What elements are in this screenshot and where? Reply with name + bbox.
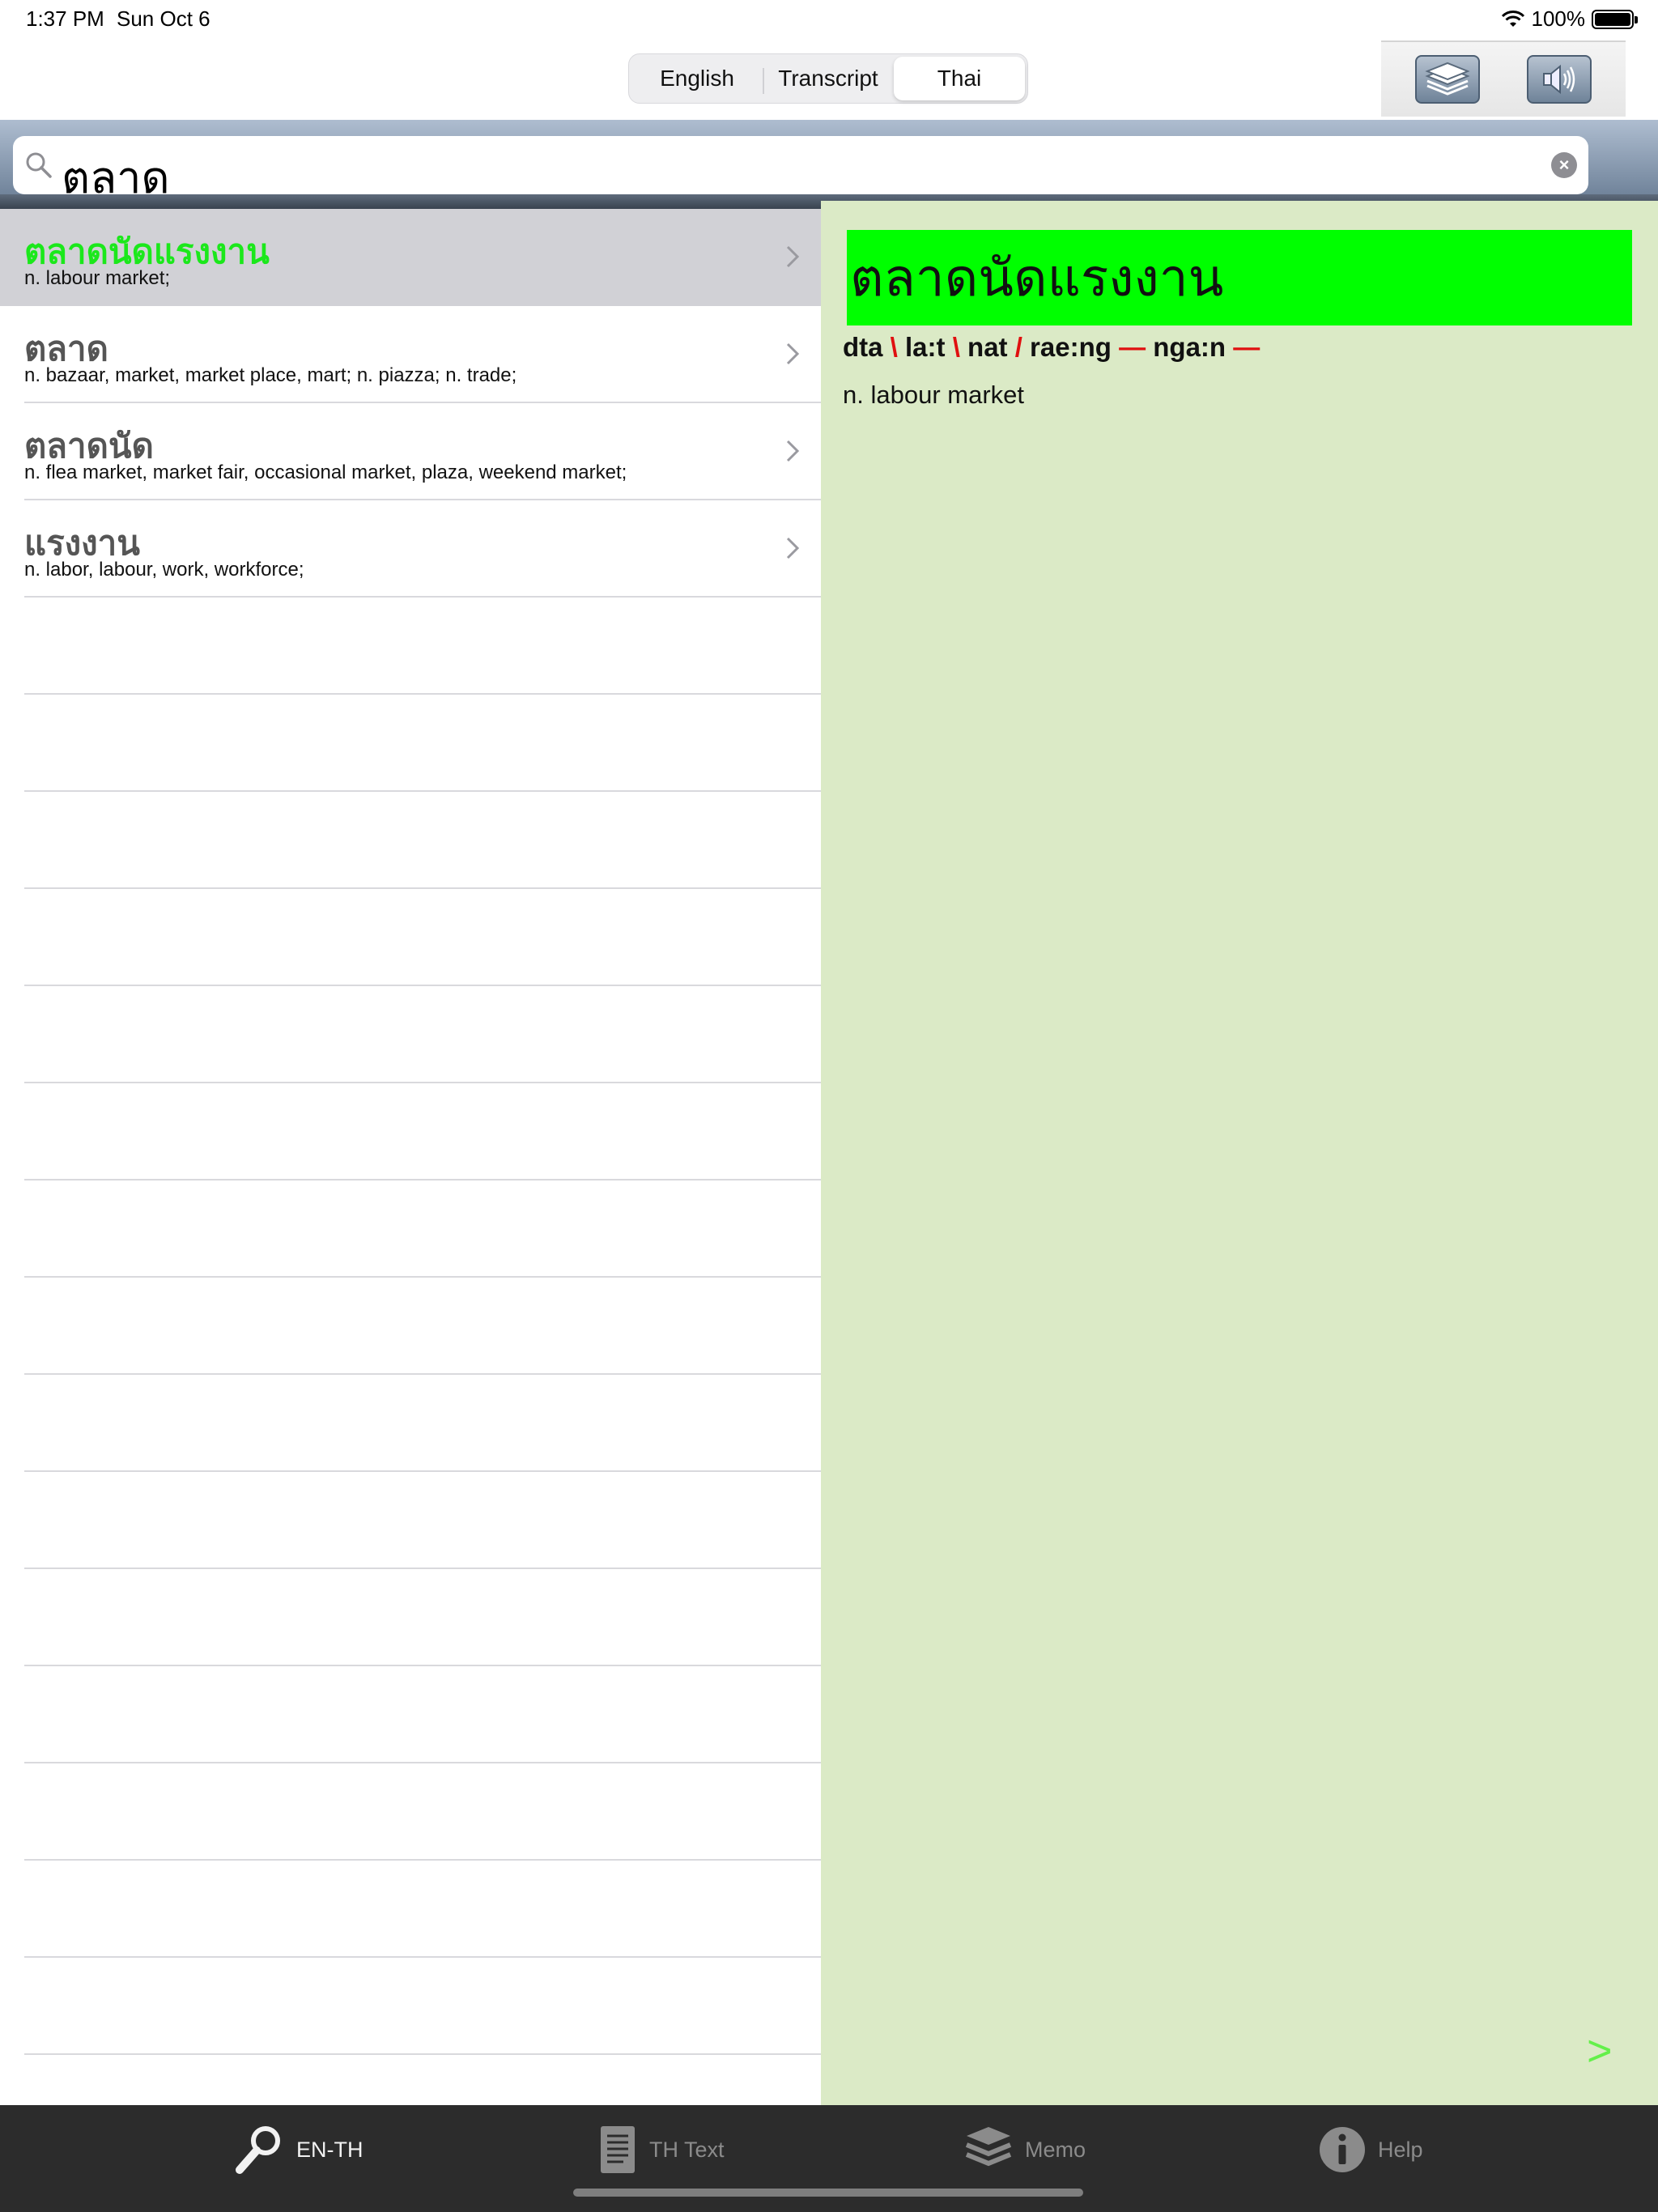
home-indicator[interactable] [573,2189,1083,2197]
empty-row [24,1180,821,1278]
status-bar: 1:37 PM Sun Oct 6 100% [0,0,1658,39]
next-entry-button[interactable]: > [1587,2026,1613,2076]
tab-label: TH Text [649,2137,725,2162]
empty-row [24,1958,821,2055]
language-segmented-control: English Transcript Thai [628,53,1028,104]
detail-title: ตลาดนัดแรงงาน [847,230,1632,325]
empty-row [24,1083,821,1180]
battery-percent: 100% [1531,6,1586,31]
tab-en-th[interactable]: EN-TH [233,2123,363,2176]
empty-row [24,1861,821,1958]
tab-th-text[interactable]: TH Text [597,2123,725,2176]
empty-row [24,695,821,792]
layers-button[interactable] [1415,55,1480,104]
empty-row [24,1763,821,1861]
empty-row [24,1472,821,1569]
app-window: 1:37 PM Sun Oct 6 100% English Transcrip… [0,0,1658,2212]
result-gloss: n. flea market, market fair, occasional … [24,462,627,483]
syllable: nga:n [1153,332,1226,362]
empty-row [24,1666,821,1763]
wifi-icon [1501,10,1524,27]
status-time: 1:37 PM [26,6,104,31]
chevron-right-icon [786,342,800,365]
battery-icon [1592,9,1638,29]
empty-row [24,598,821,695]
result-gloss: n. labor, labour, work, workforce; [24,559,304,581]
empty-row [24,986,821,1083]
magnifier-icon [236,2126,280,2174]
tab-help[interactable]: Help [1318,2123,1423,2176]
info-icon [1320,2127,1365,2172]
transliteration: dta \ la:t \ nat / rae:ng — nga:n — [843,332,1260,363]
tone-mark: \ [952,332,960,362]
empty-row [24,1569,821,1666]
result-gloss: n. labour market; [24,267,171,289]
tab-label: EN-TH [296,2137,363,2162]
empty-row [24,1375,821,1472]
tool-panel [1381,40,1626,117]
tab-label: Help [1378,2137,1423,2162]
tone-mark: — [1233,332,1261,362]
clear-search-button[interactable]: × [1551,152,1577,178]
search-icon [26,152,52,178]
layers-icon [965,2127,1012,2167]
empty-row [24,889,821,986]
chevron-right-icon [786,440,800,462]
chevron-right-icon [786,245,800,268]
result-row[interactable]: แรงงาน n. labor, labour, work, workforce… [24,500,821,598]
syllable: rae:ng [1030,332,1112,362]
document-icon [601,2126,635,2173]
syllable: nat [967,332,1008,362]
empty-row [24,1278,821,1375]
status-indicators: 100% [1501,6,1638,32]
segment-english[interactable]: English [631,57,763,100]
sound-button[interactable] [1527,55,1592,104]
result-row[interactable]: ตลาดนัดแรงงาน n. labour market; [0,209,821,306]
layers-icon [1425,62,1470,96]
segment-thai[interactable]: Thai [894,57,1025,100]
tab-memo[interactable]: Memo [963,2123,1086,2176]
search-field[interactable]: ตลาด × [13,136,1588,202]
empty-row [24,792,821,889]
close-icon: × [1558,155,1570,175]
status-date: Sun Oct 6 [117,6,210,31]
syllable: la:t [905,332,946,362]
speaker-icon [1543,64,1575,95]
result-gloss: n. bazaar, market, market place, mart; n… [24,364,517,386]
detail-definition: n. labour market [843,381,1024,409]
tone-mark: — [1119,332,1146,362]
tone-mark: \ [890,332,898,362]
tone-mark: / [1014,332,1022,362]
segment-transcript[interactable]: Transcript [763,57,894,100]
chevron-right-icon [786,537,800,559]
tab-label: Memo [1025,2137,1086,2162]
syllable: dta [843,332,883,362]
results-list: ตลาดนัดแรงงาน n. labour market; ตลาด n. … [0,209,821,2105]
detail-panel: ตลาดนัดแรงงาน dta \ la:t \ nat / rae:ng … [821,201,1658,2105]
result-row[interactable]: ตลาดนัด n. flea market, market fair, occ… [24,403,821,500]
result-row[interactable]: ตลาด n. bazaar, market, market place, ma… [24,306,821,403]
